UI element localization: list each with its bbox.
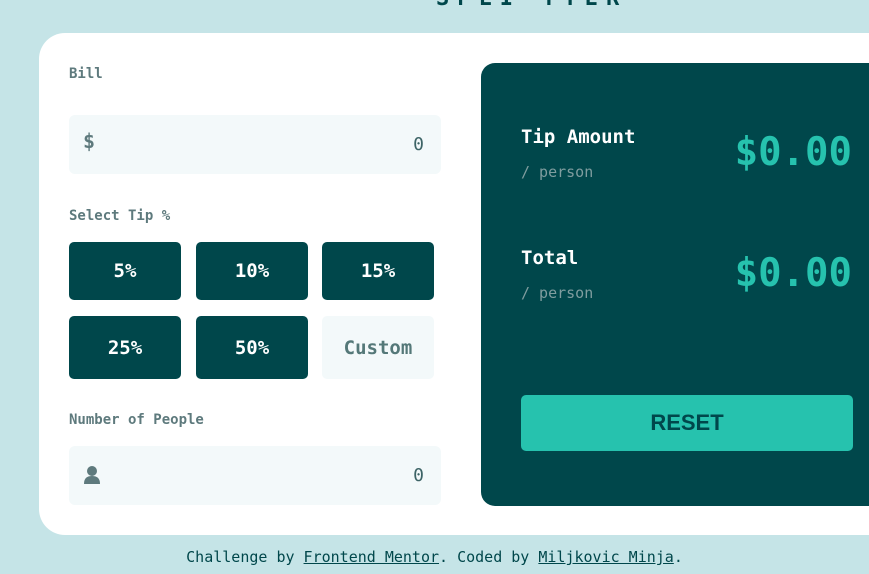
select-tip-label: Select Tip % <box>69 208 171 224</box>
footer-suffix: . <box>673 548 683 566</box>
bill-label: Bill <box>69 66 103 82</box>
tip-25-button[interactable]: 25% <box>69 316 181 379</box>
tip-10-button[interactable]: 10% <box>196 242 308 300</box>
dollar-icon: $ <box>83 129 96 153</box>
total-value: $0.00 <box>734 251 852 296</box>
tip-15-button[interactable]: 15% <box>322 242 434 300</box>
tip-5-button[interactable]: 5% <box>69 242 181 300</box>
tip-custom-input[interactable]: Custom <box>322 316 434 379</box>
total-per-person: / person <box>521 284 594 302</box>
people-input[interactable]: 0 <box>69 446 441 505</box>
footer-middle: . Coded by <box>439 548 539 566</box>
tip-50-button[interactable]: 50% <box>196 316 308 379</box>
reset-button[interactable]: RESET <box>521 395 853 451</box>
people-label: Number of People <box>69 412 204 428</box>
footer: Challenge by Frontend Mentor. Coded by M… <box>0 548 869 566</box>
logo: SPLI TTER <box>436 0 627 11</box>
tip-amount-title: Tip Amount <box>521 126 636 148</box>
tip-amount-per-person: / person <box>521 163 594 181</box>
author-link[interactable]: Miljkovic Minja <box>538 548 673 566</box>
bill-input-value: 0 <box>413 134 424 155</box>
footer-prefix: Challenge by <box>186 548 304 566</box>
person-icon <box>83 465 101 489</box>
bill-input[interactable]: $ 0 <box>69 115 441 174</box>
total-title: Total <box>521 247 579 269</box>
frontend-mentor-link[interactable]: Frontend Mentor <box>304 548 439 566</box>
tip-amount-value: $0.00 <box>734 130 852 175</box>
people-input-value: 0 <box>413 465 424 486</box>
